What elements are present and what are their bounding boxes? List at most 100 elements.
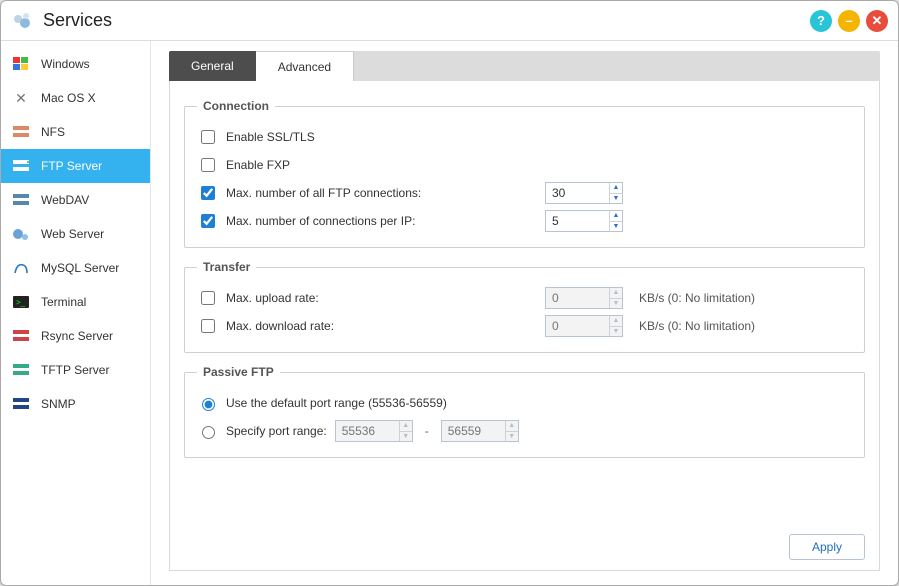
snmp-icon — [11, 395, 31, 413]
max-all-label: Max. number of all FTP connections: — [226, 186, 421, 200]
sidebar-item-mac[interactable]: ✕ Mac OS X — [1, 81, 150, 115]
group-connection: Connection Enable SSL/TLS Enable FXP — [184, 99, 865, 248]
sidebar-item-label: TFTP Server — [41, 363, 109, 377]
ftp-icon — [11, 157, 31, 175]
sidebar-item-label: MySQL Server — [41, 261, 119, 275]
passive-from-input — [336, 421, 399, 441]
sidebar-item-webdav[interactable]: WebDAV — [1, 183, 150, 217]
download-rate-field: ▲▼ — [545, 315, 623, 337]
max-perip-checkbox[interactable] — [201, 214, 215, 228]
enable-fxp-checkbox[interactable] — [201, 158, 215, 172]
spin-down-icon: ▼ — [610, 299, 622, 309]
minimize-button[interactable]: – — [838, 10, 860, 32]
sidebar-item-label: WebDAV — [41, 193, 89, 207]
sidebar-item-nfs[interactable]: NFS — [1, 115, 150, 149]
spinner: ▲▼ — [609, 316, 622, 336]
upload-rate-label: Max. upload rate: — [226, 291, 319, 305]
tab-pane-advanced: Connection Enable SSL/TLS Enable FXP — [169, 81, 880, 571]
group-transfer: Transfer Max. upload rate: ▲▼ KB/s (0: N… — [184, 260, 865, 353]
upload-rate-field: ▲▼ — [545, 287, 623, 309]
sidebar-item-label: Web Server — [41, 227, 104, 241]
passive-default-radio[interactable] — [202, 398, 215, 411]
tab-advanced[interactable]: Advanced — [256, 51, 354, 81]
sidebar-item-label: Windows — [41, 57, 90, 71]
apply-button[interactable]: Apply — [789, 534, 865, 560]
upload-rate-suffix: KB/s (0: No limitation) — [639, 291, 755, 305]
tftp-icon — [11, 361, 31, 379]
max-perip-row[interactable]: Max. number of connections per IP: — [197, 211, 537, 231]
enable-ssl-checkbox[interactable] — [201, 130, 215, 144]
upload-rate-input — [546, 288, 609, 308]
passive-from-field: ▲▼ — [335, 420, 413, 442]
max-all-input[interactable] — [546, 183, 609, 203]
passive-specify-radio[interactable] — [202, 426, 215, 439]
sidebar-item-label: NFS — [41, 125, 65, 139]
sidebar-item-label: SNMP — [41, 397, 76, 411]
range-dash: - — [425, 424, 429, 438]
download-rate-checkbox[interactable] — [201, 319, 215, 333]
passive-to-field: ▲▼ — [441, 420, 519, 442]
max-perip-field[interactable]: ▲▼ — [545, 210, 623, 232]
close-button[interactable]: ✕ — [866, 10, 888, 32]
tab-general[interactable]: General — [169, 51, 256, 81]
spin-up-icon: ▲ — [506, 421, 518, 432]
spin-up-icon: ▲ — [610, 288, 622, 299]
passive-specify-row[interactable]: Specify port range: — [197, 423, 327, 439]
spin-down-icon: ▼ — [506, 432, 518, 442]
webserver-icon — [11, 225, 31, 243]
spinner: ▲▼ — [609, 288, 622, 308]
sidebar-item-label: FTP Server — [41, 159, 102, 173]
sidebar-item-ftp[interactable]: FTP Server — [1, 149, 150, 183]
max-all-field[interactable]: ▲▼ — [545, 182, 623, 204]
max-perip-label: Max. number of connections per IP: — [226, 214, 415, 228]
group-legend: Transfer — [197, 260, 256, 274]
window-title: Services — [43, 10, 810, 31]
spinner[interactable]: ▲▼ — [609, 211, 622, 231]
sidebar-item-label: Rsync Server — [41, 329, 113, 343]
content-area: General Advanced Connection Enable SSL/T… — [151, 41, 898, 585]
download-rate-row[interactable]: Max. download rate: — [197, 316, 537, 336]
group-legend: Passive FTP — [197, 365, 280, 379]
titlebar: Services ? – ✕ — [1, 1, 898, 41]
spin-down-icon[interactable]: ▼ — [610, 194, 622, 204]
download-rate-label: Max. download rate: — [226, 319, 334, 333]
passive-default-row[interactable]: Use the default port range (55536-56559) — [197, 395, 447, 411]
webdav-icon — [11, 191, 31, 209]
spinner: ▲▼ — [399, 421, 412, 441]
titlebar-buttons: ? – ✕ — [810, 10, 888, 32]
download-rate-suffix: KB/s (0: No limitation) — [639, 319, 755, 333]
spin-up-icon: ▲ — [400, 421, 412, 432]
group-passive: Passive FTP Use the default port range (… — [184, 365, 865, 458]
spinner[interactable]: ▲▼ — [609, 183, 622, 203]
mysql-icon — [11, 259, 31, 277]
spin-down-icon[interactable]: ▼ — [610, 222, 622, 232]
sidebar-item-tftp[interactable]: TFTP Server — [1, 353, 150, 387]
passive-specify-label: Specify port range: — [226, 424, 327, 438]
spin-up-icon[interactable]: ▲ — [610, 211, 622, 222]
max-all-row[interactable]: Max. number of all FTP connections: — [197, 183, 537, 203]
passive-to-input — [442, 421, 505, 441]
max-all-checkbox[interactable] — [201, 186, 215, 200]
upload-rate-checkbox[interactable] — [201, 291, 215, 305]
enable-fxp-row[interactable]: Enable FXP — [197, 155, 537, 175]
upload-rate-row[interactable]: Max. upload rate: — [197, 288, 537, 308]
svg-text:✕: ✕ — [15, 90, 27, 106]
spin-down-icon: ▼ — [610, 327, 622, 337]
sidebar-item-mysql[interactable]: MySQL Server — [1, 251, 150, 285]
sidebar-item-snmp[interactable]: SNMP — [1, 387, 150, 421]
group-legend: Connection — [197, 99, 275, 113]
sidebar-item-terminal[interactable]: >_ Terminal — [1, 285, 150, 319]
svg-text:>_: >_ — [16, 298, 26, 307]
windows-icon — [11, 55, 31, 73]
enable-ssl-row[interactable]: Enable SSL/TLS — [197, 127, 537, 147]
sidebar-item-label: Mac OS X — [41, 91, 96, 105]
sidebar-item-label: Terminal — [41, 295, 86, 309]
sidebar-item-windows[interactable]: Windows — [1, 47, 150, 81]
download-rate-input — [546, 316, 609, 336]
sidebar-item-webserver[interactable]: Web Server — [1, 217, 150, 251]
help-button[interactable]: ? — [810, 10, 832, 32]
max-perip-input[interactable] — [546, 211, 609, 231]
mac-icon: ✕ — [11, 89, 31, 107]
spin-up-icon[interactable]: ▲ — [610, 183, 622, 194]
sidebar-item-rsync[interactable]: Rsync Server — [1, 319, 150, 353]
